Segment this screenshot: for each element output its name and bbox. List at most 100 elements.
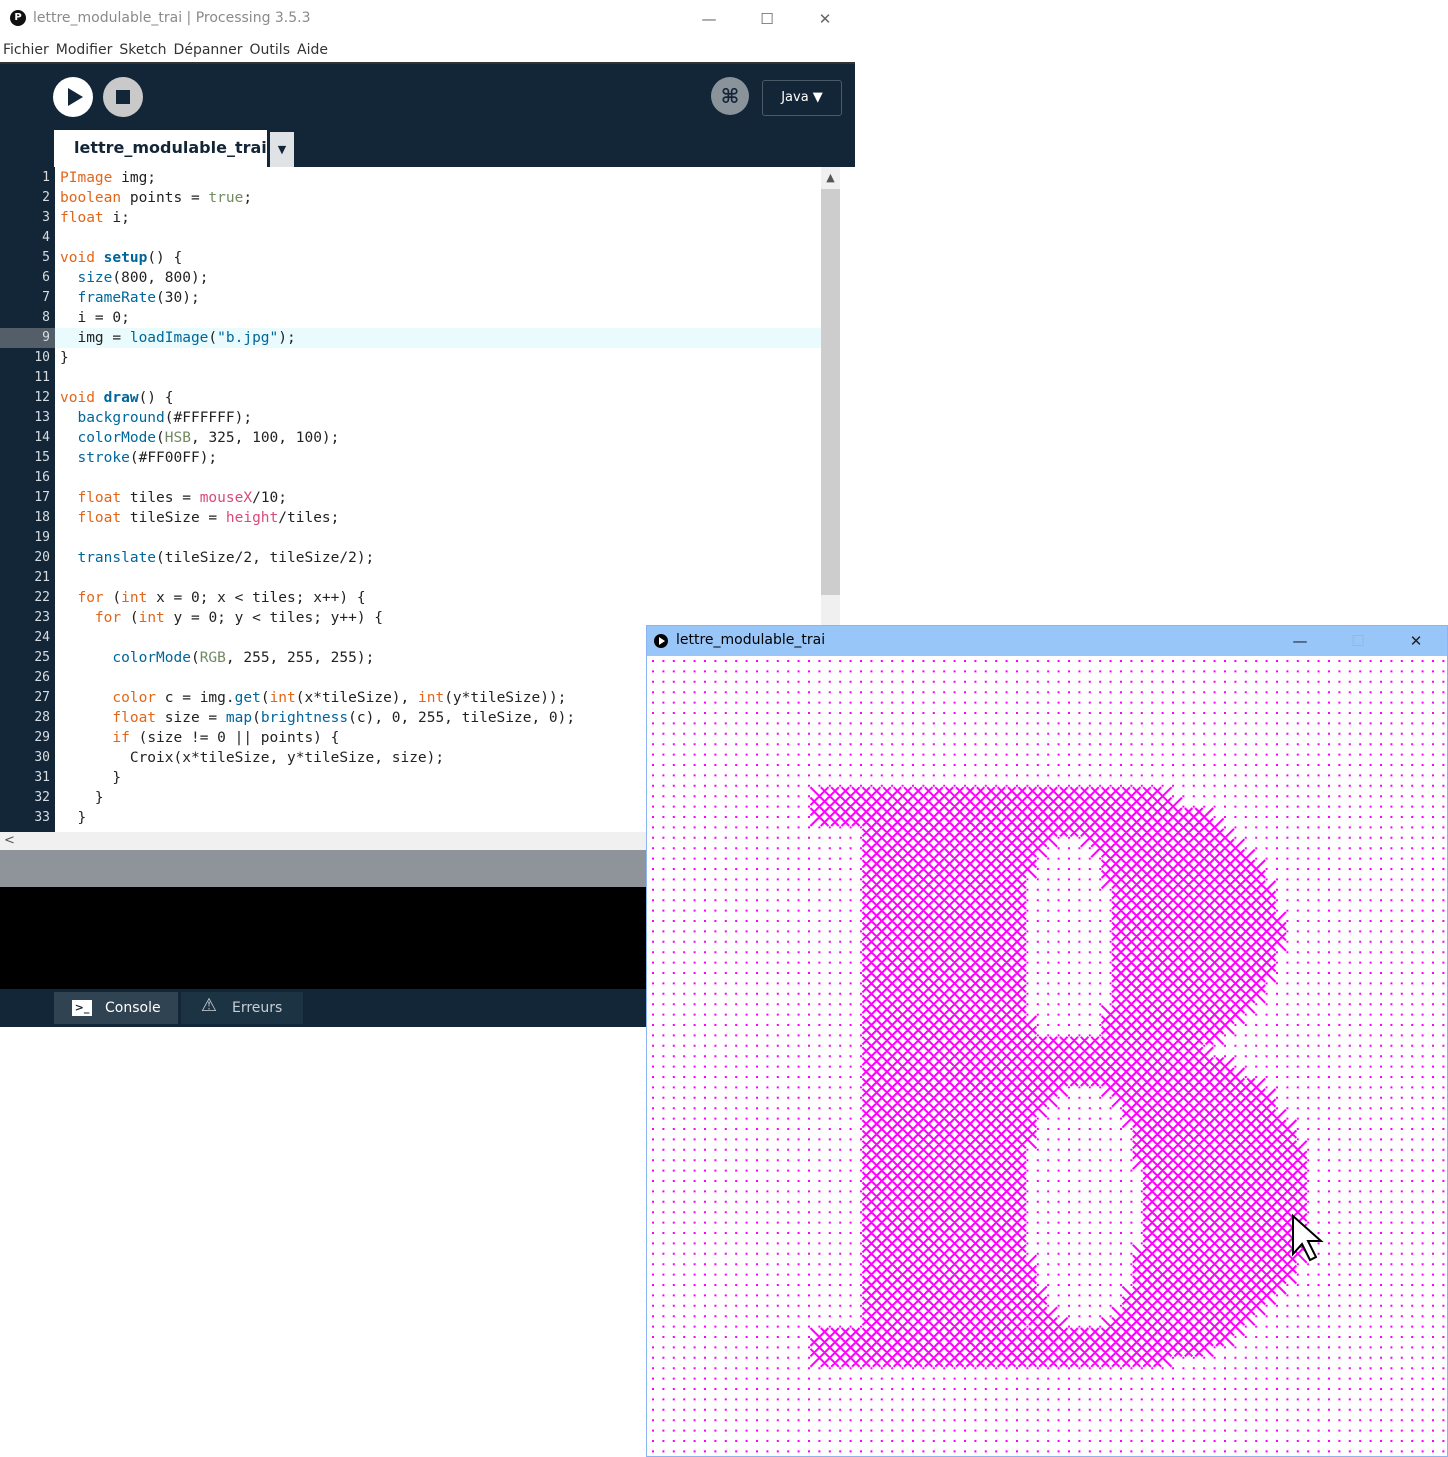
code-line: float tiles = mouseX/10;: [77, 490, 288, 506]
line-number: 5: [42, 250, 50, 265]
tab-console[interactable]: >_ Console: [54, 992, 178, 1024]
warning-icon: ⚠: [200, 995, 218, 1016]
ide-titlebar[interactable]: P lettre_modulable_trai | Processing 3.5…: [0, 0, 855, 38]
line-number: 17: [34, 490, 50, 505]
line-number: 7: [42, 290, 50, 305]
code-line: for (int y = 0; y < tiles; y++) {: [94, 610, 384, 626]
tab-lettre-modulable-trai[interactable]: lettre_modulable_trai: [54, 130, 267, 167]
line-number: 16: [34, 470, 50, 485]
code-line: }: [60, 350, 69, 366]
editor-console-divider[interactable]: [0, 850, 646, 887]
code-line: }: [60, 810, 87, 826]
menu-bar: Fichier Modifier Sketch Dépanner Outils Aide: [0, 38, 855, 64]
code-line: void setup() {: [60, 250, 183, 266]
menu-sketch[interactable]: Sketch: [119, 42, 166, 58]
line-number: 13: [34, 410, 50, 425]
scroll-up-icon[interactable]: ▲: [821, 167, 840, 187]
line-number: 32: [34, 790, 50, 805]
line-number: 15: [34, 450, 50, 465]
code-line: frameRate(30);: [77, 290, 200, 306]
stop-icon: [116, 90, 130, 104]
menu-fichier[interactable]: Fichier: [3, 42, 49, 58]
code-line: colorMode(RGB, 255, 255, 255);: [112, 650, 375, 666]
line-number: 9: [0, 328, 55, 348]
stop-button[interactable]: [103, 77, 143, 117]
line-number-gutter: 1 2 3 4 5 6 7 8 9 10 11 12 13 14 15 16 17 18 19 20 21 22 23 24 2…: [0, 167, 55, 832]
menu-outils[interactable]: Outils: [250, 42, 290, 58]
scroll-left-icon[interactable]: <: [4, 833, 15, 848]
code-line: }: [60, 770, 122, 786]
maximize-button[interactable]: ☐: [753, 6, 781, 32]
line-number: 8: [42, 310, 50, 325]
code-line: colorMode(HSB, 325, 100, 100);: [77, 430, 340, 446]
line-number: 23: [34, 610, 50, 625]
window-title: lettre_modulable_trai | Processing 3.5.3: [33, 10, 311, 26]
sketch-maximize-button[interactable]: ☐: [1343, 628, 1373, 654]
horizontal-scrollbar[interactable]: <: [0, 832, 646, 850]
line-number: 3: [42, 210, 50, 225]
line-number: 4: [42, 230, 50, 245]
sketch-window: lettre_modulable_trai — ☐ ✕: [646, 625, 1448, 1457]
sketch-canvas[interactable]: [648, 656, 1446, 1454]
menu-aide[interactable]: Aide: [297, 42, 328, 58]
code-line: color c = img.get(int(x*tileSize), int(y…: [112, 690, 567, 706]
code-line: if (size != 0 || points) {: [112, 730, 340, 746]
tab-console-label: Console: [105, 1000, 161, 1016]
code-line: img = loadImage("b.jpg");: [60, 330, 296, 346]
code-line: for (int x = 0; x < tiles; x++) {: [77, 590, 366, 606]
mode-selector[interactable]: Java ▼: [762, 80, 842, 116]
tab-erreurs-label: Erreurs: [232, 1000, 283, 1016]
scrollbar-thumb[interactable]: [821, 189, 840, 595]
play-icon: [68, 88, 83, 106]
sketch-play-icon: [654, 634, 668, 648]
menu-depanner[interactable]: Dépanner: [174, 42, 243, 58]
line-number: 24: [34, 630, 50, 645]
line-number: 10: [34, 350, 50, 365]
tab-menu-arrow-icon[interactable]: ▼: [270, 132, 294, 167]
code-line: PImage img;: [60, 170, 157, 186]
code-line: boolean points = true;: [60, 190, 253, 206]
line-number: 14: [34, 430, 50, 445]
code-line: background(#FFFFFF);: [77, 410, 253, 426]
line-number: 27: [34, 690, 50, 705]
line-number: 2: [42, 190, 50, 205]
footer-tabs: >_ Console ⚠ Erreurs: [0, 989, 646, 1027]
code-line: Croix(x*tileSize, y*tileSize, size);: [60, 750, 445, 766]
code-line: }: [60, 790, 104, 806]
menu-modifier[interactable]: Modifier: [56, 42, 113, 58]
close-button[interactable]: ✕: [811, 6, 839, 32]
sketch-titlebar[interactable]: lettre_modulable_trai — ☐ ✕: [647, 626, 1447, 656]
line-number: 21: [34, 570, 50, 585]
line-number: 28: [34, 710, 50, 725]
line-number: 12: [34, 390, 50, 405]
line-number: 33: [34, 810, 50, 825]
code-line: float tileSize = height/tiles;: [77, 510, 340, 526]
line-number: 20: [34, 550, 50, 565]
run-button[interactable]: [53, 77, 93, 117]
line-number: 18: [34, 510, 50, 525]
debug-button[interactable]: ⌘: [711, 77, 749, 115]
tab-erreurs[interactable]: ⚠ Erreurs: [181, 992, 303, 1024]
line-number: 26: [34, 670, 50, 685]
code-line: size(800, 800);: [77, 270, 209, 286]
line-number: 22: [34, 590, 50, 605]
line-number: 30: [34, 750, 50, 765]
processing-logo-icon: P: [10, 10, 26, 26]
line-number: 1: [42, 170, 50, 185]
sketch-close-button[interactable]: ✕: [1401, 628, 1431, 654]
console-output: [0, 887, 646, 989]
code-line: void draw() {: [60, 390, 174, 406]
code-line: float i;: [60, 210, 130, 226]
code-line: float size = map(brightness(c), 0, 255, …: [112, 710, 576, 726]
line-number: 11: [34, 370, 50, 385]
code-line: stroke(#FF00FF);: [77, 450, 218, 466]
code-line: translate(tileSize/2, tileSize/2);: [77, 550, 375, 566]
line-number: 29: [34, 730, 50, 745]
line-number: 19: [34, 530, 50, 545]
line-number: 25: [34, 650, 50, 665]
cross-stitch-letter-b: [652, 660, 1445, 1453]
minimize-button[interactable]: —: [695, 6, 723, 32]
sketch-minimize-button[interactable]: —: [1285, 628, 1315, 654]
code-line: i = 0;: [60, 310, 130, 326]
toolbar: ⌘ Java ▼ lettre_modulable_trai ▼: [0, 64, 855, 167]
